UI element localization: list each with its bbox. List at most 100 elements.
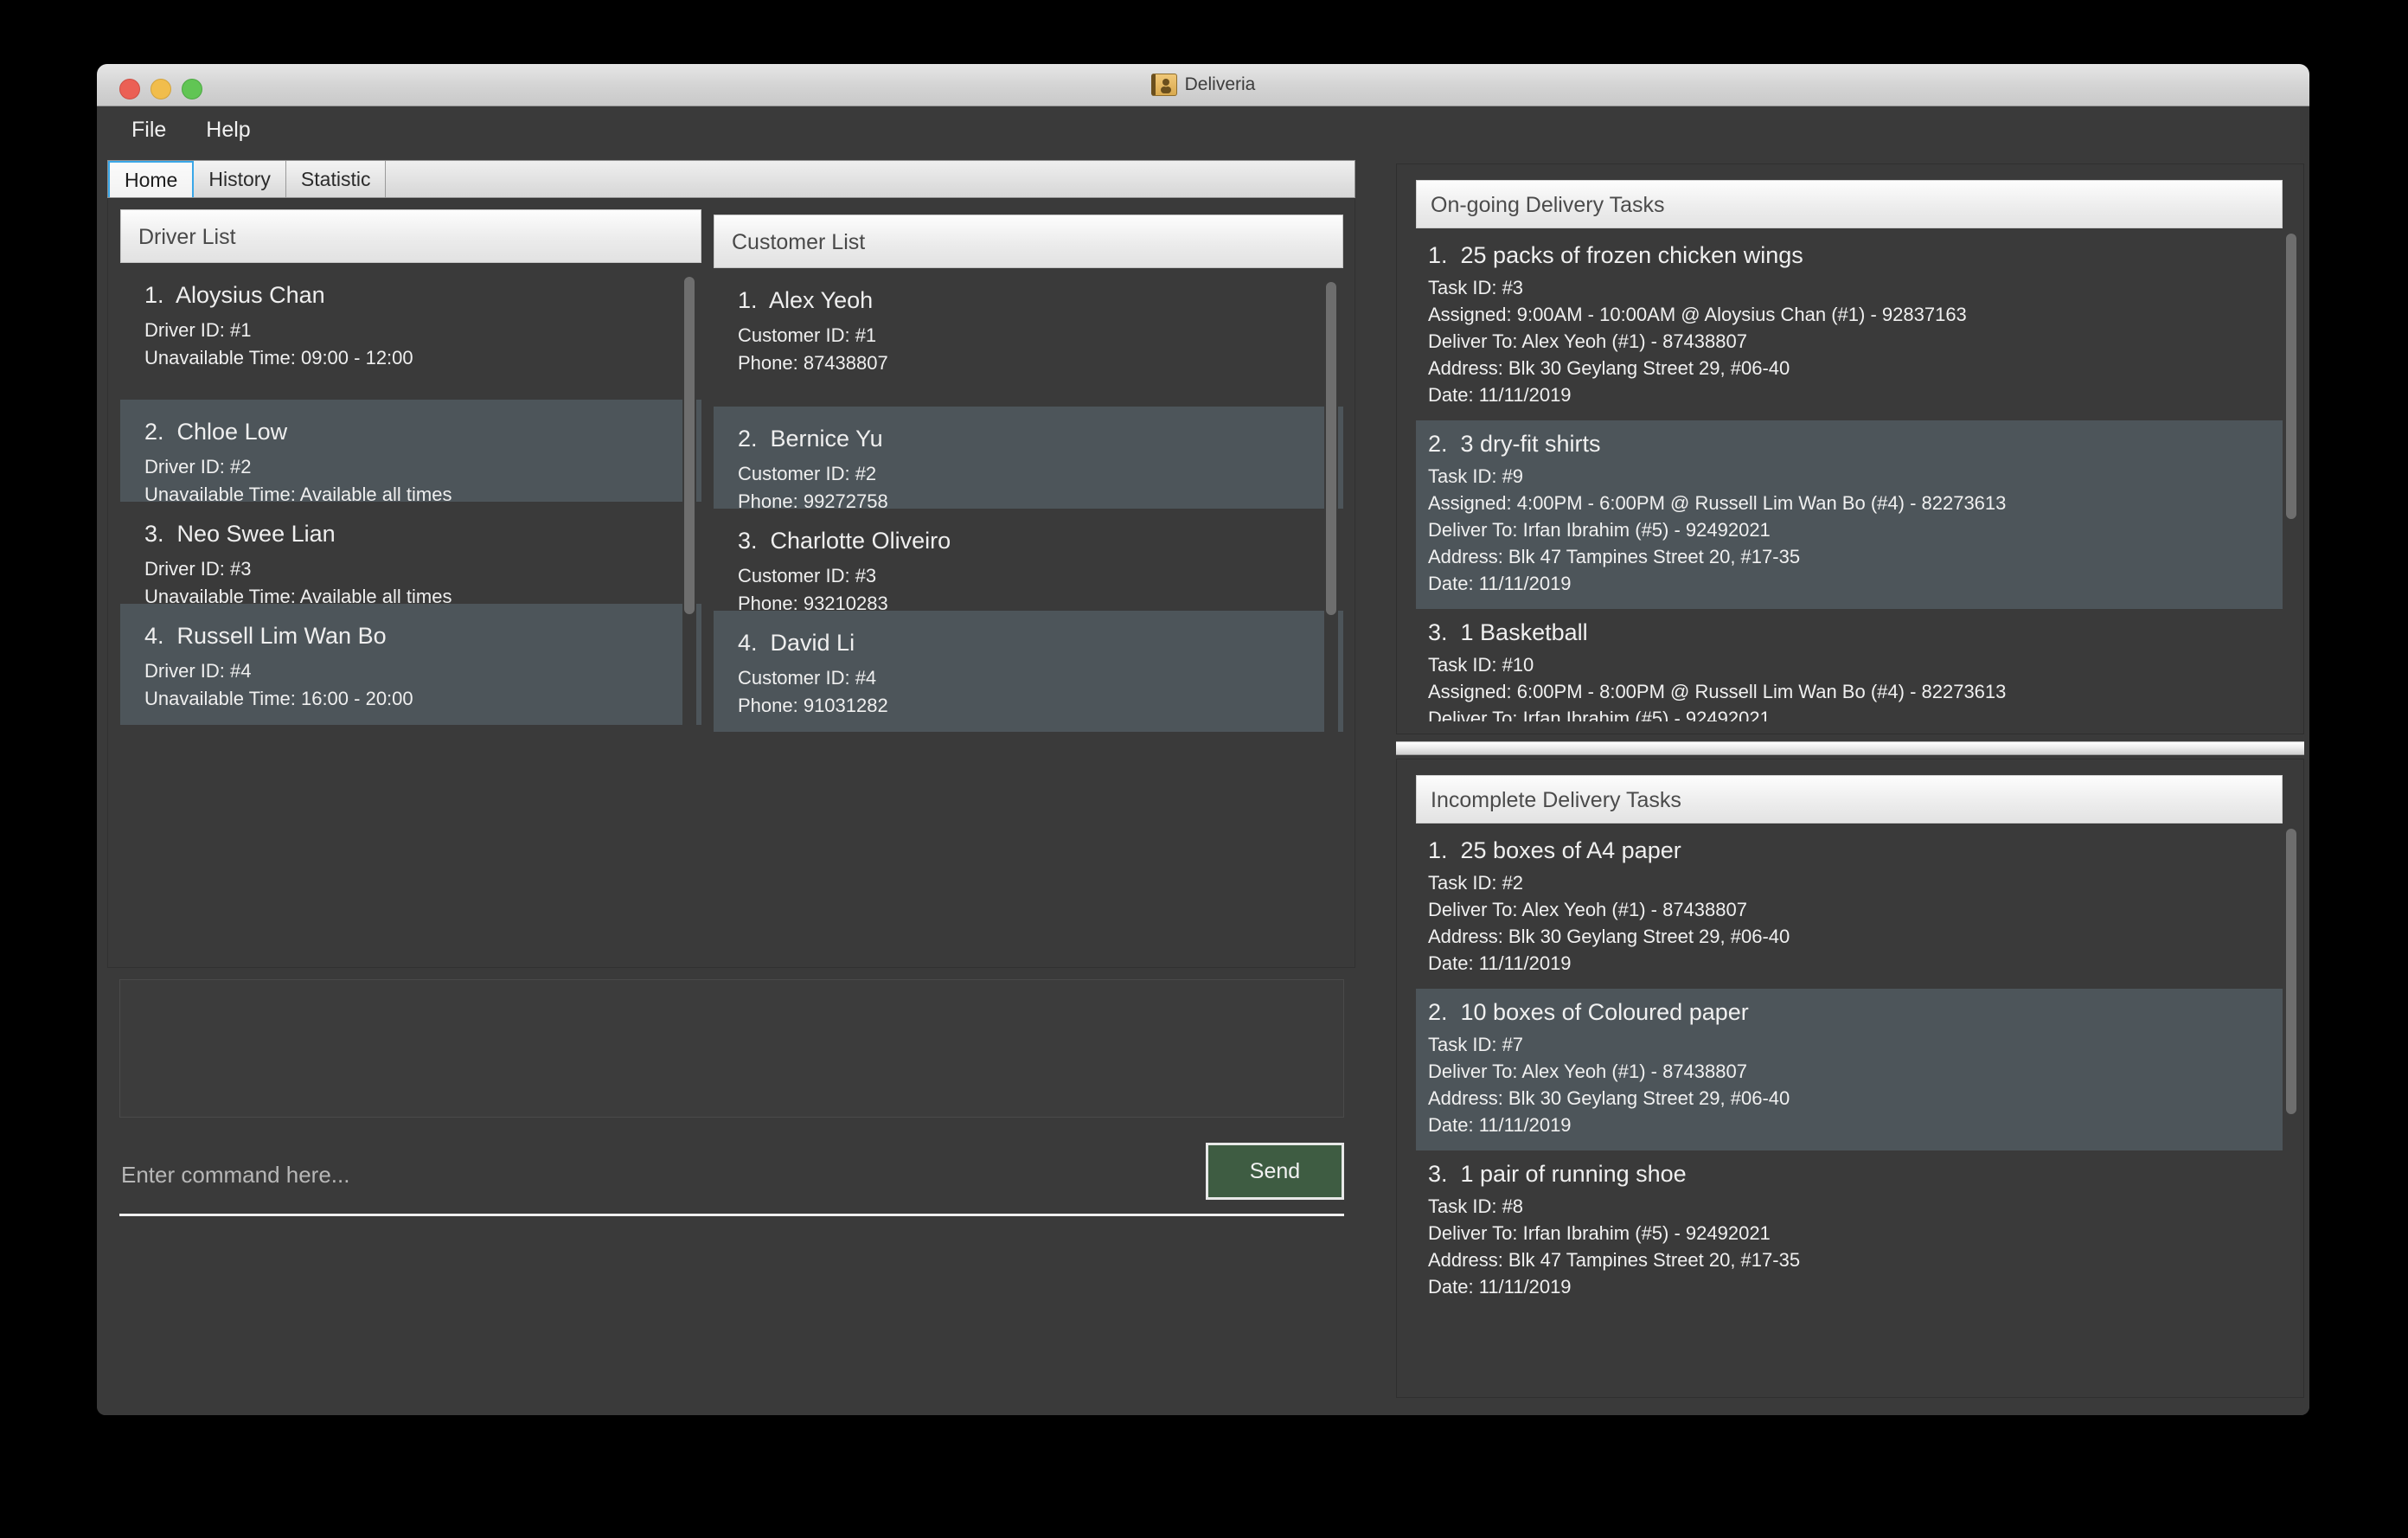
task-deliver-to: Deliver To: Alex Yeoh (#1) - 87438807 <box>1428 899 1747 920</box>
customer-list-header: Customer List <box>714 215 1343 268</box>
list-item[interactable]: 4. Russell Lim Wan Bo Driver ID: #4 Unav… <box>120 604 701 725</box>
task-id: Task ID: #10 <box>1428 654 1534 676</box>
task-date: Date: 11/11/2019 <box>1428 573 1572 594</box>
task-date: Date: 11/11/2019 <box>1428 1114 1572 1136</box>
task-deliver-to: Deliver To: Irfan Ibrahim (#5) - 9249202… <box>1428 708 1771 721</box>
task-id: Task ID: #2 <box>1428 872 1524 894</box>
list-item[interactable]: 1. Aloysius Chan Driver ID: #1 Unavailab… <box>120 263 701 400</box>
window-body: Home History Statistic Driver List 1. Al… <box>97 153 2309 1415</box>
ongoing-tasks-header: On-going Delivery Tasks <box>1416 180 2283 228</box>
command-input[interactable] <box>119 1139 1187 1210</box>
result-display <box>119 979 1344 1118</box>
driver-name: 2. Chloe Low <box>144 419 288 445</box>
driver-list-panel: Driver List 1. Aloysius Chan Driver ID: … <box>120 209 701 957</box>
driver-list-scroll[interactable]: 1. Aloysius Chan Driver ID: #1 Unavailab… <box>120 263 701 957</box>
task-title: 2. 10 boxes of Coloured paper <box>1428 999 1749 1025</box>
scrollbar-thumb[interactable] <box>2286 829 2296 1114</box>
ongoing-tasks-body[interactable]: 1. 25 packs of frozen chicken wings Task… <box>1416 232 2283 721</box>
send-button[interactable]: Send <box>1206 1143 1344 1200</box>
task-title: 1. 25 packs of frozen chicken wings <box>1428 242 1803 268</box>
task-deliver-to: Deliver To: Alex Yeoh (#1) - 87438807 <box>1428 330 1747 352</box>
task-address: Address: Blk 30 Geylang Street 29, #06-4… <box>1428 926 1790 947</box>
incomplete-tasks-panel: Incomplete Delivery Tasks 1. 25 boxes of… <box>1396 759 2304 1398</box>
app-window: Deliveria File Help Home History Statist… <box>97 64 2309 1415</box>
customer-id: Customer ID: #1 <box>738 324 877 346</box>
task-assigned: Assigned: 4:00PM - 6:00PM @ Russell Lim … <box>1428 492 2007 514</box>
list-item[interactable]: 2. Bernice Yu Customer ID: #2 Phone: 992… <box>714 407 1343 512</box>
task-address: Address: Blk 47 Tampines Street 20, #17-… <box>1428 546 1801 567</box>
tabstrip-filler <box>386 161 1354 197</box>
task-item[interactable]: 1. 25 boxes of A4 paper Task ID: #2 Deli… <box>1416 827 2283 989</box>
task-deliver-to: Deliver To: Alex Yeoh (#1) - 87438807 <box>1428 1061 1747 1082</box>
task-id: Task ID: #3 <box>1428 277 1524 298</box>
window-titlebar: Deliveria <box>97 64 2309 106</box>
task-address: Address: Blk 30 Geylang Street 29, #06-4… <box>1428 357 1790 379</box>
task-date: Date: 11/11/2019 <box>1428 384 1572 406</box>
menubar: File Help <box>97 106 2309 154</box>
incomplete-tasks-header: Incomplete Delivery Tasks <box>1416 775 2283 823</box>
window-title: Deliveria <box>1184 74 1256 94</box>
tabbar: Home History Statistic <box>107 160 1355 198</box>
ongoing-tasks-scrollbar[interactable] <box>2284 234 2298 721</box>
driver-list-scrollbar[interactable] <box>682 272 696 948</box>
ongoing-tasks-panel: On-going Delivery Tasks 1. 25 packs of f… <box>1396 163 2304 734</box>
incomplete-tasks-scrollbar[interactable] <box>2284 829 2298 1385</box>
right-pane: On-going Delivery Tasks 1. 25 packs of f… <box>1380 153 2309 1415</box>
list-item[interactable]: 3. Charlotte Oliveiro Customer ID: #3 Ph… <box>714 509 1343 614</box>
scrollbar-thumb[interactable] <box>684 277 695 614</box>
customer-phone: Phone: 87438807 <box>738 352 888 374</box>
task-id: Task ID: #9 <box>1428 465 1524 487</box>
task-date: Date: 11/11/2019 <box>1428 952 1572 974</box>
customer-name: 1. Alex Yeoh <box>738 287 874 313</box>
task-item[interactable]: 1. 25 packs of frozen chicken wings Task… <box>1416 232 2283 420</box>
panel-split-divider[interactable] <box>1396 741 2304 755</box>
task-item[interactable]: 3. 1 pair of running shoe Task ID: #8 De… <box>1416 1150 2283 1312</box>
driver-list-body: 1. Aloysius Chan Driver ID: #1 Unavailab… <box>120 263 701 957</box>
task-title: 2. 3 dry-fit shirts <box>1428 431 1601 457</box>
command-row: Send <box>119 1139 1344 1216</box>
menu-help[interactable]: Help <box>190 114 266 146</box>
driver-unavailable-time: Unavailable Time: 09:00 - 12:00 <box>144 347 413 368</box>
menu-file[interactable]: File <box>116 114 182 146</box>
driver-name: 3. Neo Swee Lian <box>144 521 336 547</box>
customer-id: Customer ID: #2 <box>738 463 877 484</box>
customer-list-scroll[interactable]: 1. Alex Yeoh Customer ID: #1 Phone: 8743… <box>714 268 1343 957</box>
task-deliver-to: Deliver To: Irfan Ibrahim (#5) - 9249202… <box>1428 519 1771 541</box>
driver-id: Driver ID: #4 <box>144 660 252 682</box>
list-item[interactable]: 4. David Li Customer ID: #4 Phone: 91031… <box>714 611 1343 732</box>
driver-name: 4. Russell Lim Wan Bo <box>144 623 387 649</box>
incomplete-tasks-body[interactable]: 1. 25 boxes of A4 paper Task ID: #2 Deli… <box>1416 827 2283 1385</box>
left-pane: Home History Statistic Driver List 1. Al… <box>97 153 1377 1415</box>
tab-home[interactable]: Home <box>108 161 195 197</box>
customer-phone: Phone: 91031282 <box>738 695 888 716</box>
scrollbar-thumb[interactable] <box>2286 234 2296 519</box>
task-id: Task ID: #8 <box>1428 1195 1524 1217</box>
customer-list-panel: Customer List 1. Alex Yeoh Customer ID: … <box>714 209 1343 957</box>
tab-statistic[interactable]: Statistic <box>285 161 387 197</box>
task-title: 3. 1 pair of running shoe <box>1428 1161 1687 1187</box>
list-item[interactable]: 2. Chloe Low Driver ID: #2 Unavailable T… <box>120 400 701 505</box>
driver-name: 1. Aloysius Chan <box>144 282 325 308</box>
scrollbar-thumb[interactable] <box>1326 282 1336 615</box>
driver-id: Driver ID: #1 <box>144 319 252 341</box>
list-item[interactable]: 3. Neo Swee Lian Driver ID: #3 Unavailab… <box>120 502 701 607</box>
customer-name: 4. David Li <box>738 630 855 656</box>
customer-id: Customer ID: #3 <box>738 565 877 586</box>
task-item[interactable]: 3. 1 Basketball Task ID: #10 Assigned: 6… <box>1416 609 2283 721</box>
driver-list-header: Driver List <box>120 209 701 263</box>
lists-container: Driver List 1. Aloysius Chan Driver ID: … <box>107 198 1355 968</box>
address-book-icon <box>1150 74 1177 96</box>
task-item[interactable]: 2. 10 boxes of Coloured paper Task ID: #… <box>1416 989 2283 1150</box>
task-date: Date: 11/11/2019 <box>1428 1276 1572 1298</box>
list-item[interactable]: 1. Alex Yeoh Customer ID: #1 Phone: 8743… <box>714 268 1343 407</box>
customer-list-body: 1. Alex Yeoh Customer ID: #1 Phone: 8743… <box>714 268 1343 957</box>
tabstrip: Home History Statistic <box>107 160 1355 198</box>
customer-list-scrollbar[interactable] <box>1324 277 1338 948</box>
driver-unavailable-time: Unavailable Time: 16:00 - 20:00 <box>144 688 413 709</box>
customer-name: 3. Charlotte Oliveiro <box>738 528 951 554</box>
task-assigned: Assigned: 6:00PM - 8:00PM @ Russell Lim … <box>1428 681 2007 702</box>
window-title-wrap: Deliveria <box>97 64 2309 106</box>
task-item[interactable]: 2. 3 dry-fit shirts Task ID: #9 Assigned… <box>1416 420 2283 609</box>
task-title: 3. 1 Basketball <box>1428 619 1588 645</box>
tab-history[interactable]: History <box>194 161 286 197</box>
